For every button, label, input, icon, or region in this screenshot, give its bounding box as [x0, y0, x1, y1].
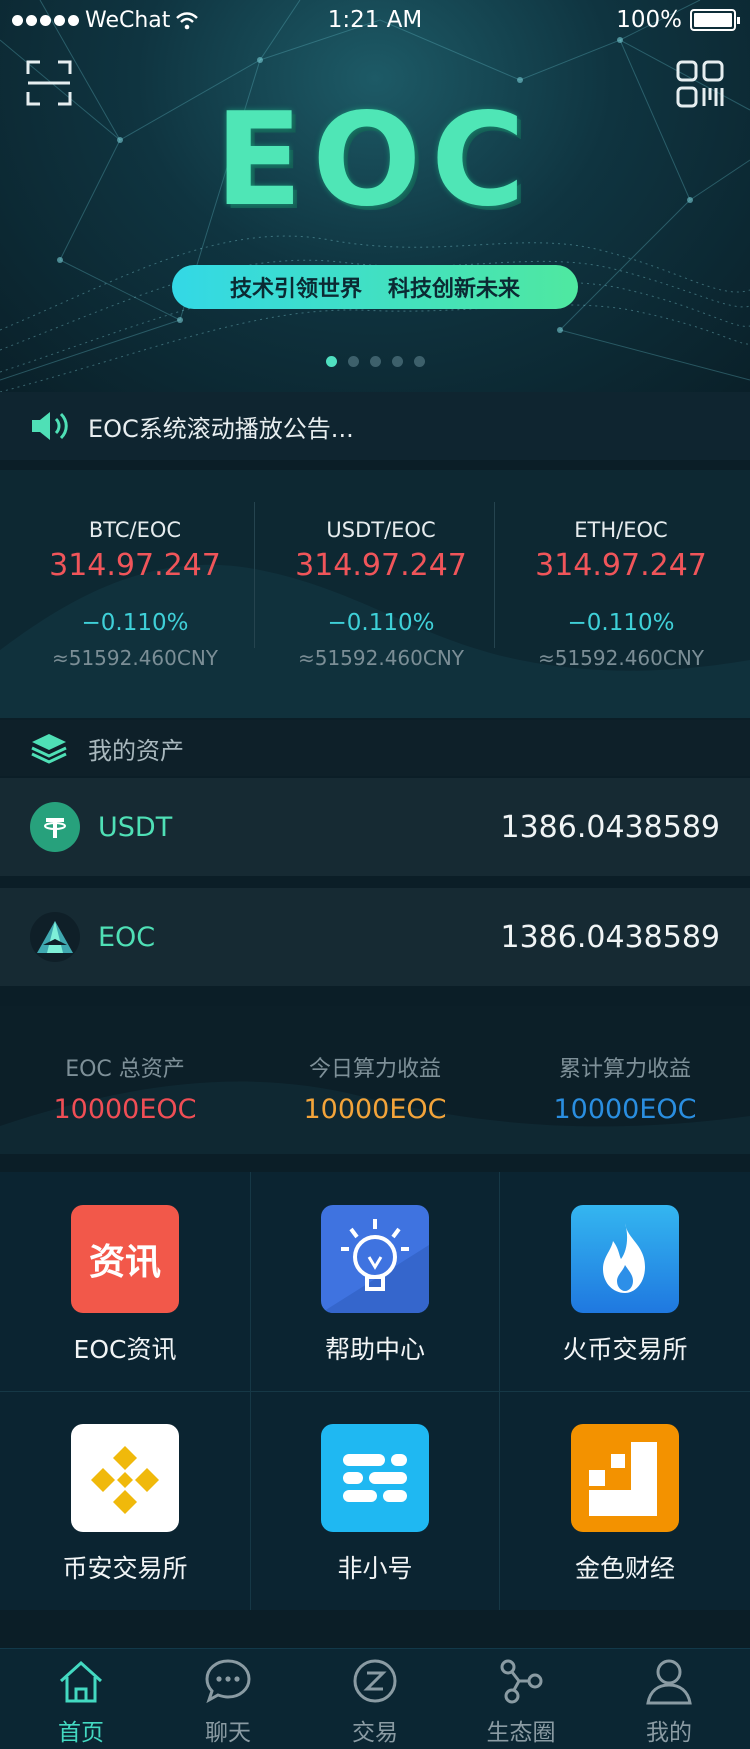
announcement-bar[interactable]: EOC系统滚动播放公告... — [0, 392, 750, 460]
announcement-text: EOC系统滚动播放公告... — [88, 414, 354, 443]
ticker-btc[interactable]: BTC/EOC 314.97.247 −0.110% ≈51592.460CNY — [10, 470, 260, 718]
divider — [494, 502, 495, 648]
profile-icon — [646, 1659, 692, 1705]
slogan-pill: 技术引领世界 科技创新未来 — [172, 265, 578, 309]
battery-icon — [690, 9, 740, 31]
news-icon: 资讯 — [71, 1205, 179, 1313]
asset-symbol: USDT — [98, 811, 173, 843]
summary-value: 10000EOC — [303, 1094, 447, 1125]
layers-icon — [31, 734, 67, 764]
ticker-price: 314.97.247 — [535, 548, 707, 583]
carousel-dot[interactable] — [347, 356, 359, 367]
tab-trade[interactable]: 交易 — [300, 1649, 450, 1749]
ticker-cny: ≈51592.460CNY — [537, 646, 705, 670]
hero-banner[interactable]: WeChat 1:21 AM 100% EOC 技术引领世界 科技创新未来 — [0, 0, 750, 392]
home-icon — [59, 1660, 103, 1703]
slogan-left: 技术引领世界 — [229, 277, 362, 302]
app-label: 火币交易所 — [562, 1335, 688, 1364]
tab-ecosystem[interactable]: 生态圈 — [446, 1649, 596, 1749]
app-label: 非小号 — [337, 1554, 413, 1583]
bottom-tab-bar: 首页 聊天 交易 生态圈 我的 — [0, 1648, 750, 1749]
tab-label: 首页 — [58, 1720, 104, 1746]
app-tile-help-center[interactable]: 帮助中心 — [250, 1172, 500, 1391]
summary-label: 今日算力收益 — [308, 1057, 441, 1082]
summary-label: EOC 总资产 — [65, 1057, 185, 1082]
asset-amount: 1386.0438589 — [500, 919, 721, 955]
divider — [254, 502, 255, 648]
carousel-dot[interactable] — [369, 356, 381, 367]
carousel-indicator[interactable] — [0, 356, 750, 367]
app-label: EOC资讯 — [73, 1335, 177, 1364]
eoc-coin-icon — [30, 912, 80, 962]
assets-header: 我的资产 — [0, 720, 750, 776]
ticker-change: −0.110% — [327, 610, 435, 636]
app-tile-jinse[interactable]: 金色财经 — [500, 1391, 750, 1610]
usdt-icon — [30, 802, 80, 852]
app-logo: EOC — [214, 86, 536, 235]
feixiaohao-icon — [321, 1424, 429, 1532]
ticker-eth[interactable]: ETH/EOC 314.97.247 −0.110% ≈51592.460CNY — [496, 470, 746, 718]
carousel-dot[interactable] — [325, 356, 337, 367]
app-tile-binance[interactable]: 币安交易所 — [0, 1391, 250, 1610]
tab-home[interactable]: 首页 — [6, 1649, 156, 1749]
ticker-pair: ETH/EOC — [574, 518, 668, 542]
app-label: 帮助中心 — [324, 1335, 425, 1364]
ecosystem-icon — [500, 1659, 543, 1704]
summary-value: 10000EOC — [53, 1094, 197, 1125]
app-tile-feixiaohao[interactable]: 非小号 — [250, 1391, 500, 1610]
ticker-cny: ≈51592.460CNY — [297, 646, 465, 670]
app-tile-eoc-news[interactable]: 资讯 EOC资讯 — [0, 1172, 250, 1391]
status-bar: WeChat 1:21 AM 100% — [0, 0, 750, 40]
summary-value: 10000EOC — [553, 1094, 697, 1125]
app-grid: 资讯 EOC资讯 帮助中心 火币交易所 币安交易所 非小号 金色财经 — [0, 1172, 750, 1610]
ticker-change: −0.110% — [567, 610, 675, 636]
tab-profile[interactable]: 我的 — [594, 1649, 744, 1749]
flame-icon — [571, 1205, 679, 1313]
speaker-icon — [32, 412, 68, 440]
ticker-pair: BTC/EOC — [88, 518, 182, 542]
asset-row-eoc[interactable]: EOC 1386.0438589 — [0, 888, 750, 986]
binance-icon — [71, 1424, 179, 1532]
ticker-usdt[interactable]: USDT/EOC 314.97.247 −0.110% ≈51592.460CN… — [256, 470, 506, 718]
asset-symbol: EOC — [98, 921, 156, 953]
market-tickers: BTC/EOC 314.97.247 −0.110% ≈51592.460CNY… — [0, 470, 750, 718]
carousel-dot[interactable] — [413, 356, 425, 367]
app-label: 金色财经 — [574, 1554, 675, 1583]
ticker-price: 314.97.247 — [49, 548, 221, 583]
lightbulb-icon — [321, 1205, 429, 1313]
ticker-change: −0.110% — [81, 610, 189, 636]
tab-label: 聊天 — [205, 1720, 251, 1746]
earnings-summary: EOC 总资产 10000EOC 今日算力收益 10000EOC 累计算力收益 … — [0, 1006, 750, 1154]
ticker-pair: USDT/EOC — [326, 518, 436, 542]
asset-row-usdt[interactable]: USDT 1386.0438589 — [0, 778, 750, 876]
tab-label: 交易 — [352, 1720, 398, 1746]
trade-icon — [353, 1659, 397, 1703]
chat-icon — [205, 1659, 251, 1704]
tab-label: 生态圈 — [486, 1720, 556, 1746]
app-tile-huobi[interactable]: 火币交易所 — [500, 1172, 750, 1391]
jinse-icon — [571, 1424, 679, 1532]
ticker-price: 314.97.247 — [295, 548, 467, 583]
battery-percent: 100% — [616, 7, 682, 33]
ticker-cny: ≈51592.460CNY — [51, 646, 219, 670]
tab-label: 我的 — [646, 1720, 692, 1746]
assets-title: 我的资产 — [88, 736, 184, 765]
summary-label: 累计算力收益 — [558, 1057, 691, 1082]
carousel-dot[interactable] — [391, 356, 403, 367]
tab-chat[interactable]: 聊天 — [153, 1649, 303, 1749]
slogan-right: 科技创新未来 — [388, 277, 521, 302]
asset-amount: 1386.0438589 — [500, 809, 721, 845]
app-label: 币安交易所 — [62, 1554, 188, 1583]
